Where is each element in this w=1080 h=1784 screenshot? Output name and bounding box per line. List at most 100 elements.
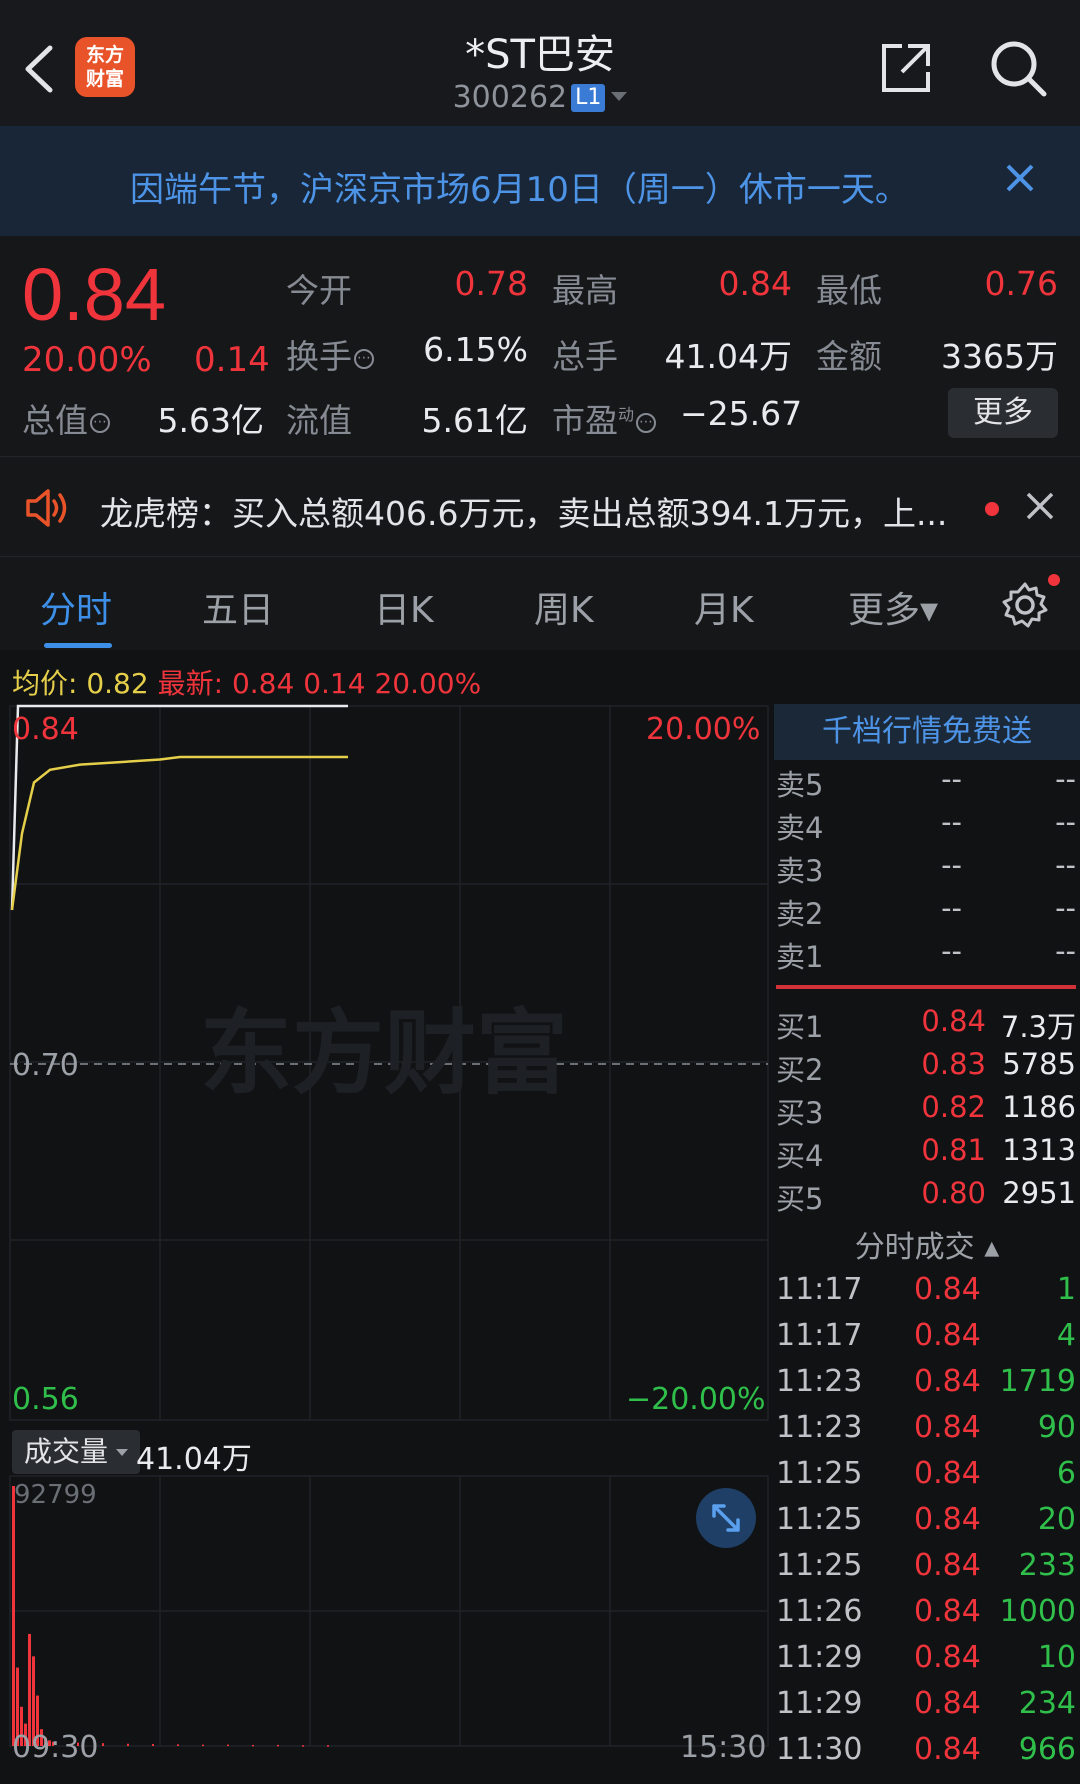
avg-value: 0.82: [86, 667, 149, 700]
close-icon[interactable]: [1024, 490, 1056, 522]
bid-row[interactable]: 买1 0.84 7.3万: [774, 1004, 1080, 1046]
bid-level-label: 买1: [776, 1010, 824, 1044]
mktcap-value: 5.63亿: [157, 401, 264, 440]
bid-row[interactable]: 买5 0.80 2951: [774, 1176, 1080, 1218]
trade-time: 11:17: [776, 1272, 863, 1307]
ask-price: --: [941, 891, 962, 925]
ask-row[interactable]: 卖2 -- --: [774, 891, 1080, 933]
tab-more[interactable]: 更多▾: [848, 581, 938, 633]
volume-grid: [9, 1475, 769, 1747]
latest-label: 最新:: [157, 667, 224, 700]
volume-tag-label: 成交量: [24, 1435, 109, 1468]
ask-row[interactable]: 卖1 -- --: [774, 934, 1080, 976]
mktcap-label[interactable]: 总值 ⋯: [22, 394, 110, 442]
trades-header[interactable]: 分时成交 ▴: [774, 1222, 1080, 1266]
trade-price: 0.84: [914, 1548, 981, 1583]
app-logo[interactable]: 东方 财富: [75, 37, 135, 97]
trade-row: 11:23 0.84 90: [774, 1410, 1080, 1454]
bid-qty: 7.3万: [1000, 1010, 1076, 1044]
trade-time: 11:25: [776, 1548, 863, 1583]
chevron-down-icon: [611, 92, 628, 101]
bid-price: 0.81: [921, 1133, 986, 1167]
holiday-notice-banner[interactable]: 因端午节，沪深京市场6月10日（周一）休市一天。: [0, 126, 1080, 236]
ask-row[interactable]: 卖3 -- --: [774, 848, 1080, 890]
ask-row[interactable]: 卖5 -- --: [774, 762, 1080, 804]
tab-intraday[interactable]: 分时: [40, 581, 112, 633]
ask-qty: --: [1055, 762, 1076, 796]
bid-price: 0.84: [921, 1004, 986, 1038]
bid-qty: 1313: [1002, 1133, 1076, 1167]
trade-price: 0.84: [914, 1640, 981, 1675]
bid-qty: 5785: [1002, 1047, 1076, 1081]
pe-label-text: 市盈: [552, 401, 618, 440]
pe-value: −25.67: [680, 394, 803, 433]
high-label: 最高: [552, 271, 618, 310]
trade-row: 11:29 0.84 10: [774, 1640, 1080, 1684]
volume-bar: [252, 1744, 254, 1747]
tab-monthly-k[interactable]: 月K: [694, 581, 754, 633]
bid-row[interactable]: 买4 0.81 1313: [774, 1133, 1080, 1175]
volume-indicator-select[interactable]: 成交量: [12, 1430, 141, 1474]
share-icon[interactable]: [876, 38, 936, 98]
tab-weekly-k[interactable]: 周K: [534, 581, 594, 633]
notice-text: 因端午节，沪深京市场6月10日（周一）休市一天。: [130, 170, 909, 210]
chart-legend: 均价: 0.82 最新: 0.84 0.14 20.00%: [12, 662, 481, 702]
tab-five-day[interactable]: 五日: [202, 581, 274, 633]
trade-time: 11:29: [776, 1686, 863, 1721]
trade-qty: 234: [1018, 1686, 1076, 1721]
bid-price: 0.83: [921, 1047, 986, 1081]
trade-row: 11:29 0.84 234: [774, 1686, 1080, 1730]
trade-time: 11:25: [776, 1456, 863, 1491]
change-percent: 20.00%: [22, 340, 152, 380]
tab-daily-k[interactable]: 日K: [374, 581, 434, 633]
trade-price: 0.84: [914, 1272, 981, 1307]
active-tab-indicator: [44, 643, 112, 648]
chart-period-tabs: 分时 五日 日K 周K 月K 更多▾: [0, 556, 1080, 650]
order-book-promo[interactable]: 千档行情免费送: [774, 704, 1080, 760]
stock-code-row[interactable]: 300262 L1: [340, 80, 740, 115]
average-price-line: [10, 755, 348, 911]
axis-bottom-price: 0.56: [12, 1382, 79, 1417]
volume-bar: [177, 1744, 179, 1746]
trade-qty: 6: [1056, 1456, 1076, 1491]
ask-level-label: 卖4: [776, 811, 824, 845]
speaker-icon: [26, 489, 67, 527]
ask-row[interactable]: 卖4 -- --: [774, 805, 1080, 847]
dragon-tiger-bar[interactable]: 龙虎榜：买入总额406.6万元，卖出总额394.1万元，上...: [0, 456, 1080, 556]
ask-level-label: 卖2: [776, 897, 824, 931]
search-icon[interactable]: [986, 36, 1050, 100]
open-value: 0.78: [454, 264, 528, 303]
order-book-divider: [776, 985, 1076, 989]
gear-icon[interactable]: [1000, 580, 1050, 630]
pe-superscript: 动: [618, 405, 635, 424]
pe-label[interactable]: 市盈动 ⋯: [552, 394, 657, 442]
volume-bar: [12, 1486, 15, 1746]
trade-row: 11:25 0.84 6: [774, 1456, 1080, 1500]
expand-chart-button[interactable]: [696, 1488, 756, 1548]
turnover-value: 6.15%: [423, 330, 528, 369]
close-icon[interactable]: [1002, 160, 1038, 196]
intraday-chart[interactable]: 东方财富: [0, 700, 772, 1784]
float-cap-label: 流值: [286, 401, 352, 440]
ask-price: --: [941, 848, 962, 882]
bid-row[interactable]: 买3 0.82 1186: [774, 1090, 1080, 1132]
trade-row: 11:25 0.84 233: [774, 1548, 1080, 1592]
stock-code: 300262: [452, 80, 568, 115]
turnover-label[interactable]: 换手 ⋯: [286, 330, 374, 378]
trade-price: 0.84: [914, 1732, 981, 1767]
bid-price: 0.82: [921, 1090, 986, 1124]
trade-qty: 20: [1037, 1502, 1076, 1537]
bid-qty: 2951: [1002, 1176, 1076, 1210]
time-start: 09:30: [12, 1730, 99, 1765]
trade-price: 0.84: [914, 1364, 981, 1399]
ask-level-label: 卖5: [776, 768, 824, 802]
volume-bar: [152, 1744, 154, 1746]
more-button[interactable]: 更多: [948, 388, 1058, 438]
ask-qty: --: [1055, 848, 1076, 882]
top-bar: 东方 财富 *ST巴安 300262 L1: [0, 0, 1080, 126]
info-icon: ⋯: [354, 349, 374, 369]
bid-row[interactable]: 买2 0.83 5785: [774, 1047, 1080, 1089]
quote-panel: 0.84 20.00% 0.14 今开 0.78 最高 0.84 最低 0.76…: [0, 236, 1080, 456]
trade-qty: 1: [1056, 1272, 1076, 1307]
back-arrow-icon[interactable]: [20, 42, 60, 96]
